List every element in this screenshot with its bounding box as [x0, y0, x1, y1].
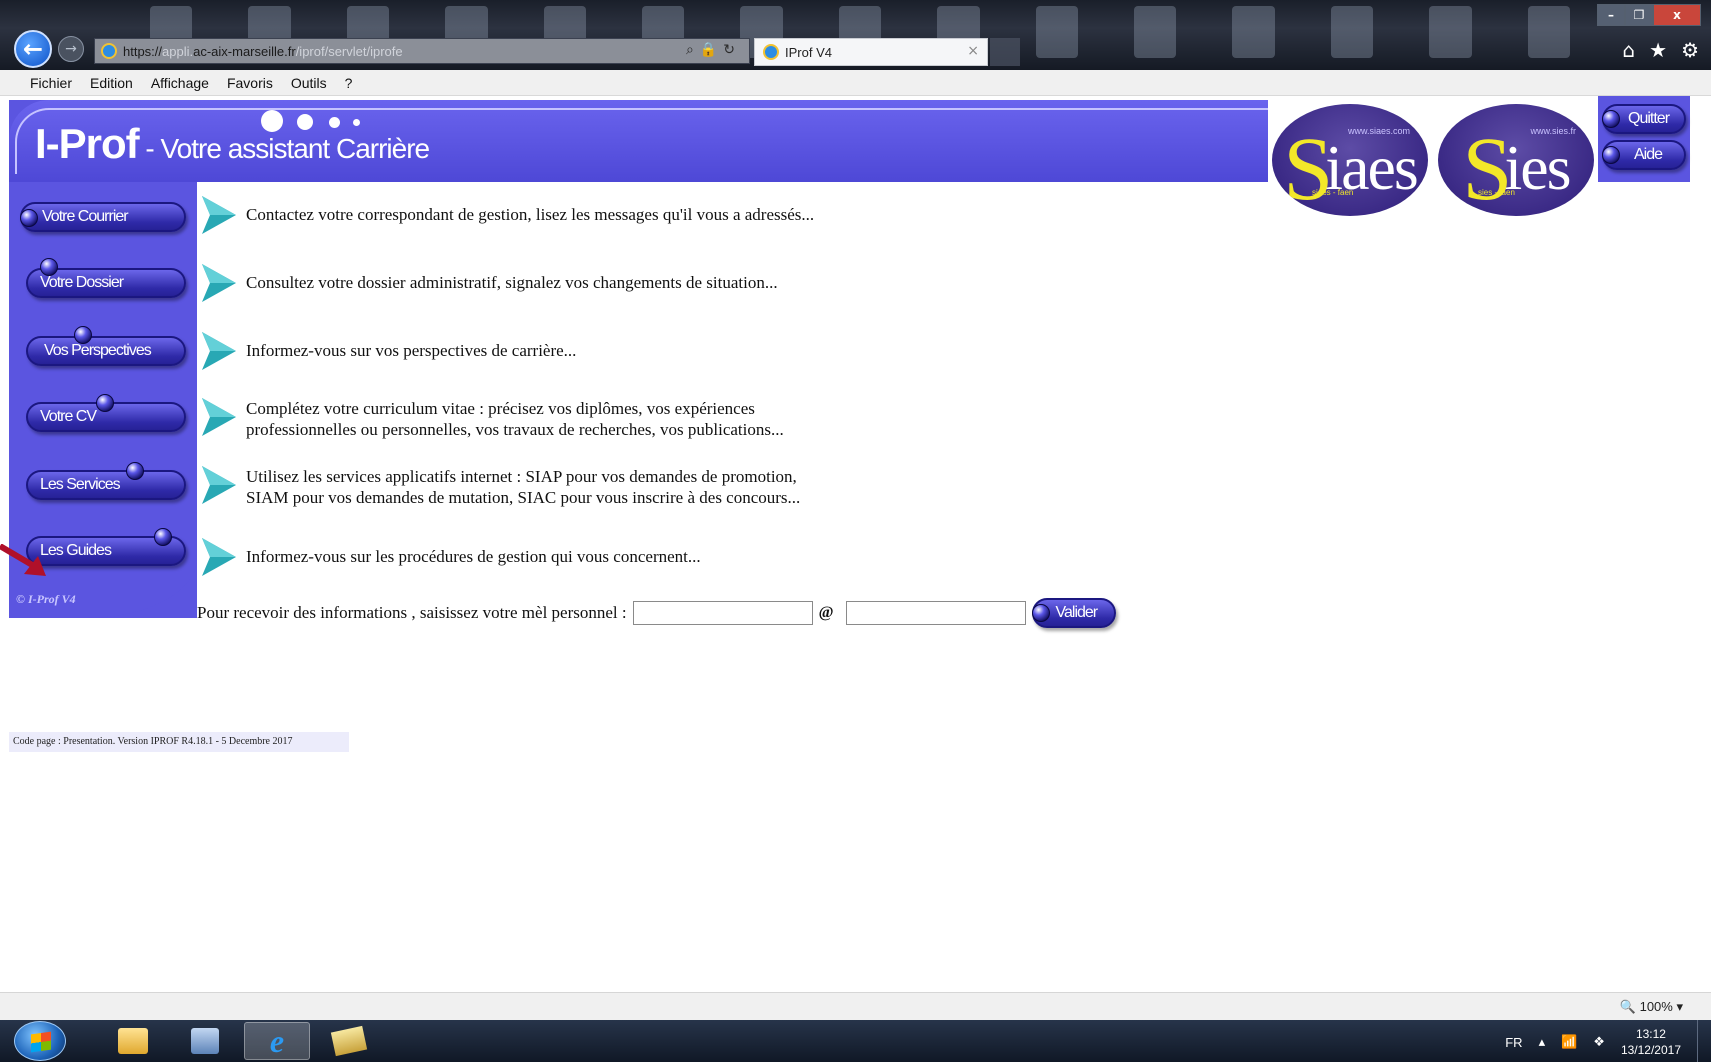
email-local-input[interactable]	[632, 601, 813, 625]
chevron-right-icon	[202, 264, 236, 302]
site-favicon-icon	[101, 43, 117, 59]
nav-description-services: Utilisez les services applicatifs intern…	[202, 466, 800, 508]
title-bold: I-Prof	[35, 120, 140, 167]
chevron-right-icon	[202, 196, 236, 234]
url-host: ac-aix-marseille.fr	[193, 43, 296, 59]
menu-help[interactable]: ?	[345, 75, 353, 91]
forward-button[interactable]: →	[58, 36, 84, 62]
help-button[interactable]: Aide	[1602, 140, 1686, 170]
at-sign: @	[818, 604, 834, 621]
nav-description-guides: Informez-vous sur les procédures de gest…	[202, 538, 701, 576]
logos: Siaes www.siaes.com siaes - faen Sies ww…	[1268, 96, 1598, 218]
nav-description-courrier: Contactez votre correspondant de gestion…	[202, 196, 814, 234]
chevron-right-icon	[202, 466, 236, 504]
ie-taskbar-icon[interactable]: e	[244, 1022, 310, 1060]
url-path: /iprof/servlet/iprofe	[295, 43, 403, 59]
chevron-right-icon	[202, 332, 236, 370]
url-subdomain: appli.	[162, 43, 194, 59]
browser-toolbar-icons: ⌂ ★ ⚙	[1622, 38, 1699, 62]
refresh-icon[interactable]: ↻	[723, 42, 741, 58]
chevron-right-icon	[202, 398, 236, 436]
copyright-text: © I-Prof V4	[16, 592, 76, 606]
status-bar: 🔍 100% ▾	[0, 992, 1711, 1020]
sidebar-item-dossier[interactable]: Votre Dossier	[26, 258, 186, 298]
code-page-info: Code page : Presentation. Version IPROF …	[9, 732, 349, 752]
dropbox-icon[interactable]: ❖	[1593, 1034, 1605, 1050]
tab-title: IProf V4	[785, 44, 832, 60]
chevron-down-icon: ▾	[1676, 999, 1683, 1014]
sidebar-item-perspectives[interactable]: Vos Perspectives	[26, 326, 186, 366]
zoom-control[interactable]: 🔍 100% ▾	[1620, 999, 1683, 1015]
browser-titlebar: ← → https://appli. ac-aix-marseille.fr/ip…	[0, 0, 1711, 70]
nav-description-perspectives: Informez-vous sur vos perspectives de ca…	[202, 332, 576, 370]
explorer-taskbar-icon[interactable]	[100, 1022, 166, 1060]
siaes-logo: Siaes www.siaes.com siaes - faen	[1272, 104, 1428, 216]
maximize-button[interactable]: ❐	[1625, 4, 1653, 26]
validate-button[interactable]: Valider	[1031, 598, 1116, 628]
menu-favoris[interactable]: Favoris	[227, 75, 273, 91]
nav-description-dossier: Consultez votre dossier administratif, s…	[202, 264, 778, 302]
home-icon[interactable]: ⌂	[1622, 38, 1635, 62]
tab-close-icon[interactable]: ×	[967, 43, 979, 59]
annotation-arrow-icon	[0, 544, 46, 576]
sidebar-item-guides[interactable]: Les Guides	[26, 528, 186, 566]
language-indicator[interactable]: FR	[1505, 1035, 1522, 1050]
address-bar[interactable]: https://appli. ac-aix-marseille.fr/iprof/…	[94, 38, 750, 64]
sidebar-item-cv[interactable]: Votre CV	[26, 394, 186, 432]
taskbar: e FR ▴ 📶 ❖ 13:12 13/12/2017	[0, 1020, 1711, 1062]
start-button[interactable]	[14, 1021, 66, 1061]
email-form: Pour recevoir des informations , saisiss…	[197, 598, 1116, 628]
show-hidden-icons-icon[interactable]: ▴	[1539, 1034, 1546, 1050]
url-scheme: https://	[123, 43, 163, 59]
minimize-button[interactable]: –	[1597, 4, 1625, 26]
email-prompt: Pour recevoir des informations , saisiss…	[197, 603, 627, 622]
lock-icon: 🔒	[699, 42, 724, 58]
quit-button[interactable]: Quitter	[1602, 104, 1686, 134]
menu-fichier[interactable]: Fichier	[30, 75, 72, 91]
media-taskbar-icon[interactable]	[172, 1022, 238, 1060]
star-icon[interactable]: ★	[1649, 38, 1667, 62]
window-controls: – ❐ x	[1597, 4, 1701, 26]
sidebar-item-label: Les Guides	[40, 542, 112, 559]
back-button[interactable]: ←	[14, 30, 52, 68]
close-window-button[interactable]: x	[1653, 4, 1701, 26]
sidebar-item-label: Les Services	[40, 476, 121, 493]
gear-icon[interactable]: ⚙	[1681, 38, 1699, 62]
browser-tab[interactable]: IProf V4 ×	[754, 38, 988, 66]
address-tools[interactable]: ⌕🔒↻	[686, 42, 741, 58]
sidebar-item-label: Votre Dossier	[40, 274, 124, 291]
menu-edition[interactable]: Edition	[90, 75, 133, 91]
menu-affichage[interactable]: Affichage	[151, 75, 209, 91]
folders-taskbar-icon[interactable]	[316, 1022, 382, 1060]
page-title: I-Prof - Votre assistant Carrière	[35, 120, 430, 168]
page-content: I-Prof - Votre assistant Carrière Siaes …	[0, 96, 1711, 992]
show-desktop-button[interactable]	[1697, 1020, 1711, 1062]
nav-description-cv: Complétez votre curriculum vitae : préci…	[202, 398, 784, 440]
email-domain-input[interactable]	[845, 601, 1026, 625]
tab-favicon-icon	[763, 44, 779, 60]
menu-bar: Fichier Edition Affichage Favoris Outils…	[0, 70, 1711, 96]
sidebar-item-services[interactable]: Les Services	[26, 462, 186, 500]
title-subtitle: - Votre assistant Carrière	[138, 133, 430, 164]
sies-logo: Sies www.sies.fr sies - faen	[1438, 104, 1594, 216]
menu-outils[interactable]: Outils	[291, 75, 327, 91]
clock[interactable]: 13:12 13/12/2017	[1621, 1026, 1681, 1058]
sidebar-item-label: Vos Perspectives	[44, 342, 152, 359]
new-tab-button[interactable]	[990, 38, 1020, 66]
sidebar-item-label: Votre CV	[40, 408, 97, 425]
sidebar-item-label: Votre Courrier	[42, 208, 129, 225]
network-icon[interactable]: 📶	[1561, 1034, 1577, 1050]
search-icon[interactable]: ⌕	[686, 42, 700, 58]
chevron-right-icon	[202, 538, 236, 576]
iprof-banner: I-Prof - Votre assistant Carrière	[9, 100, 1270, 182]
sidebar-item-courrier[interactable]: Votre Courrier	[20, 202, 186, 232]
system-tray: FR ▴ 📶 ❖ 13:12 13/12/2017	[1505, 1026, 1681, 1058]
top-buttons: Quitter Aide	[1598, 96, 1690, 182]
zoom-icon: 🔍	[1619, 999, 1636, 1014]
